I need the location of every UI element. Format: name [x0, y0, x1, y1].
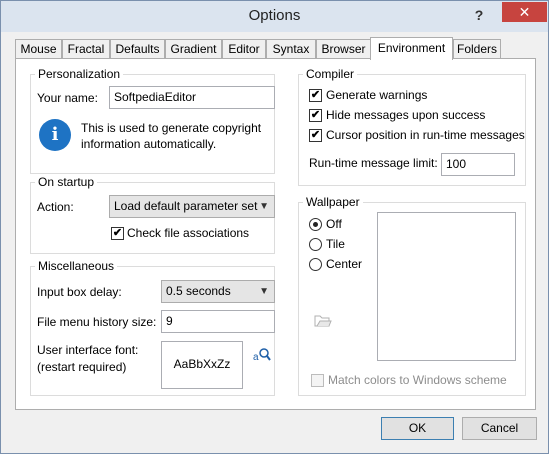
- check-assoc-label: Check file associations: [127, 226, 250, 240]
- match-colors-label: Match colors to Windows scheme: [328, 373, 507, 387]
- ui-font-label: User interface font:: [37, 343, 139, 357]
- title-bar: Options ? ✕: [1, 1, 548, 32]
- close-icon[interactable]: ✕: [502, 2, 547, 22]
- startup-title: On startup: [35, 175, 98, 189]
- info-text-line1: This is used to generate copyright: [81, 121, 262, 135]
- wallpaper-tile-label: Tile: [326, 237, 345, 251]
- tab-folders[interactable]: Folders: [453, 39, 501, 59]
- cancel-button[interactable]: Cancel: [462, 417, 537, 440]
- wallpaper-off-radio[interactable]: [309, 218, 322, 231]
- action-select[interactable]: Load default parameter set ▼: [109, 195, 275, 218]
- font-sample-box[interactable]: AaBbXxZz: [161, 341, 243, 389]
- history-input[interactable]: 9: [161, 310, 275, 333]
- ui-font-note: (restart required): [37, 360, 127, 374]
- wallpaper-center-label: Center: [326, 257, 363, 271]
- compiler-group: Compiler ✔ Generate warnings ✔ Hide mess…: [298, 67, 526, 186]
- help-icon[interactable]: ?: [467, 5, 491, 25]
- chevron-down-icon: ▼: [259, 201, 269, 212]
- check-assoc-checkbox[interactable]: ✔: [111, 227, 124, 240]
- tab-browser[interactable]: Browser: [316, 39, 371, 59]
- ok-button[interactable]: OK: [381, 417, 454, 440]
- name-label: Your name:: [37, 91, 98, 105]
- tab-editor[interactable]: Editor: [222, 39, 266, 59]
- name-input[interactable]: SoftpediaEditor: [109, 86, 275, 109]
- tab-fractal[interactable]: Fractal: [62, 39, 110, 59]
- svg-text:a: a: [253, 352, 259, 363]
- message-limit-label: Run-time message limit:: [309, 156, 438, 170]
- message-limit-input[interactable]: 100: [441, 153, 515, 176]
- tab-defaults[interactable]: Defaults: [110, 39, 165, 59]
- wallpaper-title: Wallpaper: [303, 195, 363, 209]
- input-delay-select[interactable]: 0.5 seconds ▼: [161, 280, 275, 303]
- gen-warnings-checkbox[interactable]: ✔: [309, 89, 322, 102]
- personalization-group: Personalization Your name: SoftpediaEdit…: [30, 67, 275, 174]
- info-text-line2: information automatically.: [81, 137, 217, 151]
- tab-environment[interactable]: Environment: [370, 37, 453, 60]
- tab-gradient[interactable]: Gradient: [165, 39, 222, 59]
- info-icon: i: [39, 119, 71, 151]
- wallpaper-preview: [377, 212, 516, 361]
- environment-panel: Personalization Your name: SoftpediaEdit…: [15, 58, 536, 410]
- tab-mouse[interactable]: Mouse: [15, 39, 62, 59]
- history-label: File menu history size:: [37, 315, 157, 329]
- misc-title: Miscellaneous: [35, 259, 118, 273]
- gen-warnings-label: Generate warnings: [326, 88, 428, 102]
- cursor-position-checkbox[interactable]: ✔: [309, 129, 322, 142]
- tab-syntax[interactable]: Syntax: [266, 39, 316, 59]
- action-label: Action:: [37, 200, 74, 214]
- wallpaper-group: Wallpaper Off Tile Center Match colors t…: [298, 195, 526, 396]
- action-select-value: Load default parameter set: [114, 199, 258, 213]
- font-picker-icon[interactable]: a: [253, 345, 271, 363]
- wallpaper-center-radio[interactable]: [309, 258, 322, 271]
- match-colors-checkbox[interactable]: [311, 374, 324, 387]
- folder-open-icon[interactable]: [314, 313, 332, 327]
- window-title: Options: [248, 7, 301, 24]
- compiler-title: Compiler: [303, 67, 358, 81]
- options-dialog: Options ? ✕ Mouse Fractal Defaults Gradi…: [0, 0, 549, 454]
- chevron-down-icon: ▼: [259, 286, 269, 297]
- cursor-position-label: Cursor position in run-time messages: [326, 128, 525, 142]
- personalization-title: Personalization: [35, 67, 124, 81]
- input-delay-value: 0.5 seconds: [166, 284, 231, 298]
- misc-group: Miscellaneous Input box delay: 0.5 secon…: [30, 259, 275, 396]
- hide-messages-checkbox[interactable]: ✔: [309, 109, 322, 122]
- wallpaper-off-label: Off: [326, 217, 342, 231]
- input-delay-label: Input box delay:: [37, 285, 122, 299]
- startup-group: On startup Action: Load default paramete…: [30, 175, 275, 254]
- wallpaper-tile-radio[interactable]: [309, 238, 322, 251]
- hide-messages-label: Hide messages upon success: [326, 108, 486, 122]
